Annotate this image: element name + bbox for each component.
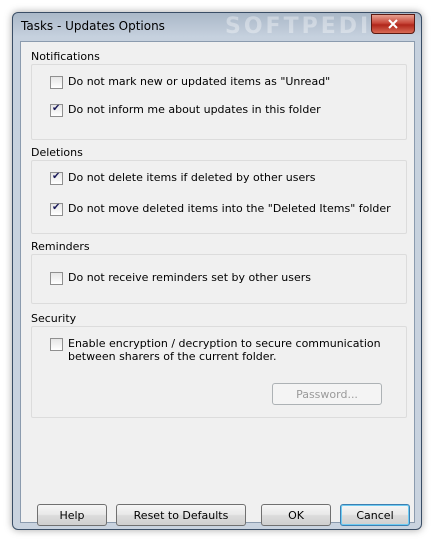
no-move-deleted-option[interactable]: Do not move deleted items into the "Dele… xyxy=(50,202,391,216)
no-delete-option[interactable]: Do not delete items if deleted by other … xyxy=(50,171,316,185)
no-inform-label: Do not inform me about updates in this f… xyxy=(68,103,321,116)
no-delete-label: Do not delete items if deleted by other … xyxy=(68,171,316,184)
dialog-window: Tasks - Updates Options SOFTPEDIA Notifi… xyxy=(12,12,422,530)
deletions-title: Deletions xyxy=(31,146,83,159)
notifications-title: Notifications xyxy=(31,50,100,63)
no-unread-option[interactable]: Do not mark new or updated items as "Unr… xyxy=(50,75,330,89)
no-reminders-option[interactable]: Do not receive reminders set by other us… xyxy=(50,271,311,285)
deletions-box: Do not delete items if deleted by other … xyxy=(31,160,407,234)
no-reminders-label: Do not receive reminders set by other us… xyxy=(68,271,312,284)
reset-defaults-button[interactable]: Reset to Defaults xyxy=(116,504,246,526)
no-unread-label: Do not mark new or updated items as "Unr… xyxy=(68,75,331,88)
password-button[interactable]: Password... xyxy=(272,383,382,405)
cancel-button[interactable]: Cancel xyxy=(340,504,410,526)
watermark-text: SOFTPEDIA xyxy=(225,14,392,39)
close-icon xyxy=(388,19,398,29)
notifications-box: Do not mark new or updated items as "Unr… xyxy=(31,64,407,140)
title-bar[interactable]: Tasks - Updates Options SOFTPEDIA xyxy=(13,13,421,41)
no-inform-checkbox[interactable] xyxy=(50,103,63,117)
security-group: Security Enable encryption / decryption … xyxy=(31,312,407,418)
no-move-deleted-label: Do not move deleted items into the "Dele… xyxy=(68,202,391,215)
window-title: Tasks - Updates Options xyxy=(21,19,165,33)
reminders-title: Reminders xyxy=(31,240,90,253)
no-inform-option[interactable]: Do not inform me about updates in this f… xyxy=(50,103,321,117)
close-button[interactable] xyxy=(371,14,415,34)
deletions-group: Deletions Do not delete items if deleted… xyxy=(31,146,407,236)
no-reminders-checkbox[interactable] xyxy=(50,272,63,285)
no-delete-checkbox[interactable] xyxy=(50,171,63,185)
dialog-client-area: Notifications Do not mark new or updated… xyxy=(20,41,415,526)
security-title: Security xyxy=(31,312,77,325)
notifications-group: Notifications Do not mark new or updated… xyxy=(31,50,407,142)
no-move-deleted-checkbox[interactable] xyxy=(50,202,63,216)
encryption-checkbox[interactable] xyxy=(50,338,63,351)
encryption-label: Enable encryption / decryption to secure… xyxy=(68,337,381,363)
security-box: Enable encryption / decryption to secure… xyxy=(31,326,407,418)
ok-button[interactable]: OK xyxy=(261,504,331,526)
help-button[interactable]: Help xyxy=(37,504,107,526)
encryption-option[interactable]: Enable encryption / decryption to secure… xyxy=(50,337,390,363)
reminders-group: Reminders Do not receive reminders set b… xyxy=(31,240,407,306)
no-unread-checkbox[interactable] xyxy=(50,76,63,89)
reminders-box: Do not receive reminders set by other us… xyxy=(31,254,407,304)
